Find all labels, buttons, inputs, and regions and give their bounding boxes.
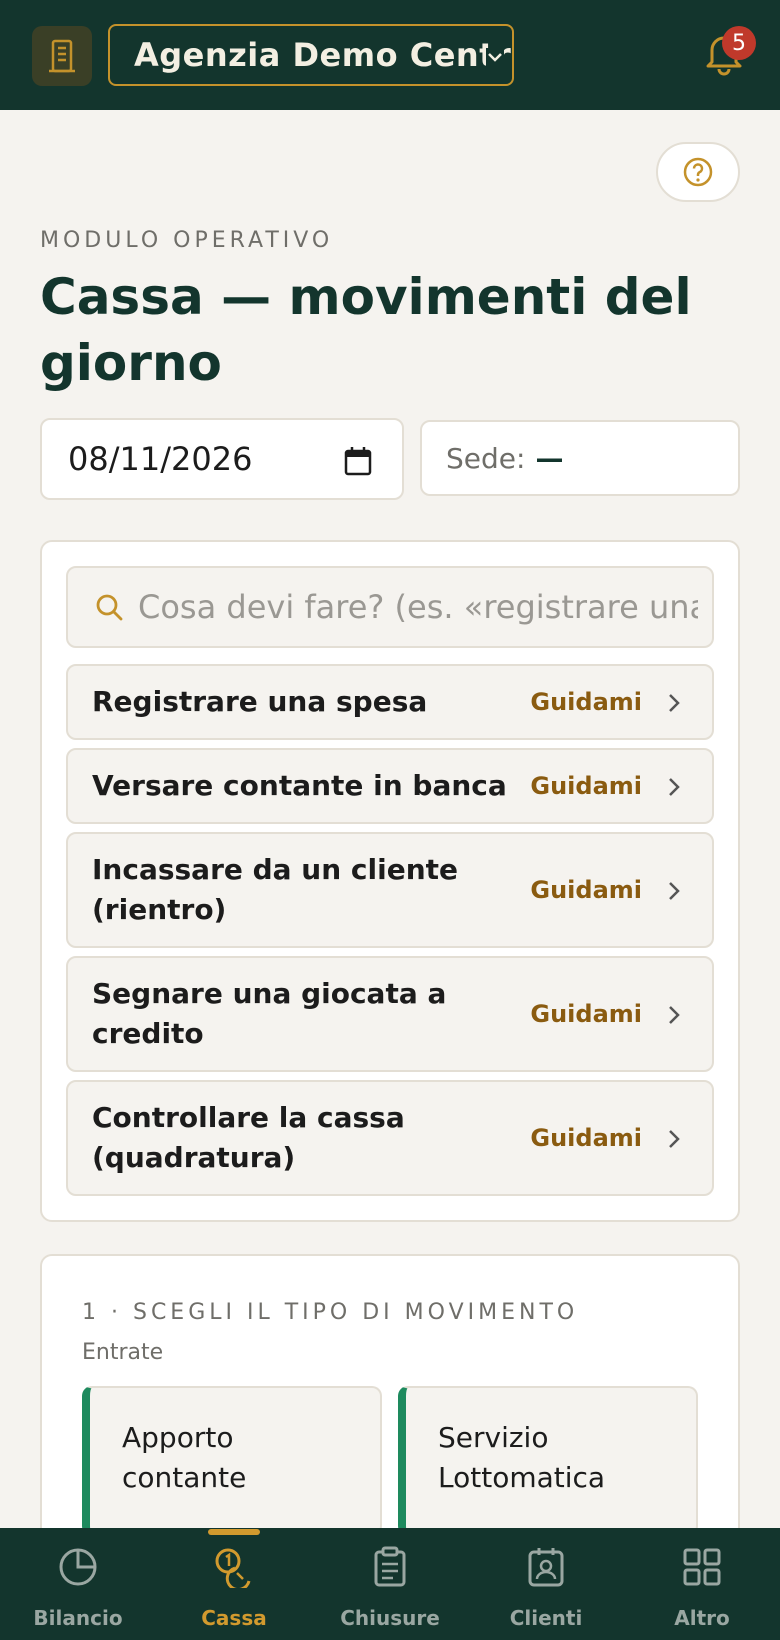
action-row-giocata-credito[interactable]: Segnare una giocata a credito Guidami	[66, 956, 714, 1072]
nav-item-bilancio[interactable]: Bilancio	[0, 1528, 156, 1640]
building-button[interactable]	[32, 26, 92, 86]
page-eyebrow: MODULO OPERATIVO	[40, 228, 334, 253]
action-label: Incassare da un cliente (rientro)	[92, 853, 459, 926]
date-field[interactable]: 08/11/2026	[40, 418, 404, 500]
help-icon	[683, 157, 713, 187]
search-input[interactable]	[138, 588, 698, 626]
date-value: 08/11/2026	[68, 440, 253, 478]
movement-card-label: Servizio Lottomatica	[438, 1421, 606, 1494]
calendar-icon[interactable]	[344, 446, 372, 484]
clipboard-icon	[374, 1546, 406, 1587]
nav-label: Bilancio	[33, 1606, 123, 1630]
chevron-right-icon	[669, 694, 680, 712]
coins-icon	[215, 1548, 251, 1588]
movement-card-servizio-lottomatica[interactable]: Servizio Lottomatica	[398, 1386, 698, 1536]
nav-label: Clienti	[509, 1606, 583, 1630]
nav-label: Altro	[674, 1606, 730, 1630]
chevron-right-icon	[669, 882, 680, 900]
action-row-registrare-spesa[interactable]: Registrare una spesa Guidami	[66, 664, 714, 740]
action-row-incassare-cliente[interactable]: Incassare da un cliente (rientro) Guidam…	[66, 832, 714, 948]
nav-item-cassa[interactable]: Cassa	[156, 1528, 312, 1640]
nav-item-chiusure[interactable]: Chiusure	[312, 1528, 468, 1640]
bottom-nav: Bilancio Cassa Chiusure Clienti Altro	[0, 1528, 780, 1640]
agency-select[interactable]: Agenzia Demo Centro	[108, 24, 514, 86]
chevron-down-icon	[486, 48, 504, 66]
action-row-controllare-cassa[interactable]: Controllare la cassa (quadratura) Guidam…	[66, 1080, 714, 1196]
movement-card-label: Apporto contante	[122, 1421, 247, 1494]
top-bar: Agenzia Demo Centro 5	[0, 0, 780, 110]
building-icon	[49, 39, 75, 73]
grid-icon	[683, 1548, 721, 1586]
action-label: Controllare la cassa (quadratura)	[92, 1101, 405, 1174]
search-icon	[96, 594, 123, 621]
guide-link[interactable]: Guidami	[530, 876, 642, 904]
sede-value: —	[535, 441, 564, 475]
nav-item-clienti[interactable]: Clienti	[468, 1528, 624, 1640]
page-title: Cassa — movimenti del giorno	[40, 268, 692, 392]
action-label: Versare contante in banca	[92, 769, 507, 802]
nav-label: Chiusure	[340, 1606, 440, 1630]
action-row-versare-contante[interactable]: Versare contante in banca Guidami	[66, 748, 714, 824]
guide-link[interactable]: Guidami	[530, 1000, 642, 1028]
action-label: Registrare una spesa	[92, 685, 428, 718]
movement-card-apporto-contante[interactable]: Apporto contante	[82, 1386, 382, 1536]
sede-label: Sede:	[446, 441, 526, 475]
guide-link[interactable]: Guidami	[530, 1124, 642, 1152]
notification-badge: 5	[722, 26, 756, 60]
step-label: 1 · SCEGLI IL TIPO DI MOVIMENTO	[82, 1300, 579, 1325]
agency-name: Agenzia Demo Centro	[134, 36, 514, 74]
search-box[interactable]	[66, 566, 714, 648]
chevron-right-icon	[669, 1130, 680, 1148]
guide-link[interactable]: Guidami	[530, 688, 642, 716]
quick-actions-panel: Registrare una spesa Guidami Versare con…	[40, 540, 740, 1222]
guide-link[interactable]: Guidami	[530, 772, 642, 800]
action-label: Segnare una giocata a credito	[92, 977, 447, 1050]
nav-label: Cassa	[201, 1606, 267, 1630]
nav-active-indicator	[208, 1529, 260, 1535]
chevron-right-icon	[669, 1006, 680, 1024]
chevron-right-icon	[669, 778, 680, 796]
group-label-entrate: Entrate	[82, 1340, 164, 1365]
contact-card-icon	[528, 1548, 564, 1587]
sede-field[interactable]: Sede: —	[420, 420, 740, 496]
nav-item-altro[interactable]: Altro	[624, 1528, 780, 1640]
help-button[interactable]	[656, 142, 740, 202]
pie-chart-icon	[59, 1548, 97, 1586]
